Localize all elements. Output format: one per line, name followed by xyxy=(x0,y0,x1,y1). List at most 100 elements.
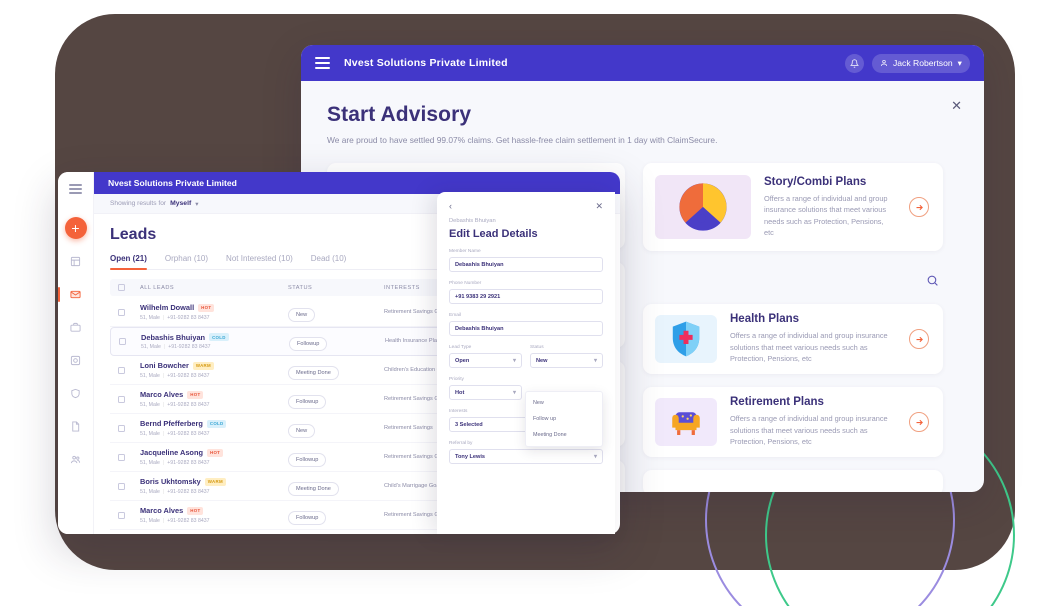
field-label: Priority xyxy=(449,377,464,382)
page-subtitle: We are proud to have settled 99.07% clai… xyxy=(327,135,718,145)
dropdown-option[interactable]: Follow up xyxy=(526,411,602,427)
close-icon[interactable]: ✕ xyxy=(951,99,962,112)
plan-card-placeholder[interactable] xyxy=(643,470,943,492)
bell-icon[interactable] xyxy=(844,53,864,73)
row-checkbox[interactable] xyxy=(118,453,125,461)
status-pill[interactable]: Followup xyxy=(289,337,328,351)
lead-cell: Debashis Bhuiyan COLD 51, Male | +91-9282 … xyxy=(141,333,289,350)
status-value: New xyxy=(536,357,548,364)
tab-open[interactable]: Open (21) xyxy=(110,254,147,270)
row-checkbox[interactable] xyxy=(118,366,125,374)
chevron-down-icon: ▾ xyxy=(957,57,962,68)
lead-name: Marco Alves HOT xyxy=(140,506,288,515)
field-email: Email Debashis Bhuiyan xyxy=(449,313,603,336)
status-cell: New xyxy=(288,419,384,438)
priority-select[interactable]: Hot ▾ xyxy=(449,385,522,400)
plan-description: Offers a range of individual and group i… xyxy=(730,331,888,364)
edit-lead-panel: ‹ ✕ Debashis Bhuiyan Edit Lead Details M… xyxy=(437,192,615,534)
sidebar-item-claims[interactable] xyxy=(65,384,87,404)
plan-card-retirement[interactable]: Retirement Plans Offers a range of indiv… xyxy=(643,387,943,457)
lead-cell: Loni Bowcher WARM 51, Male | +91-9282 83 8… xyxy=(140,361,288,379)
tab-dead[interactable]: Dead (10) xyxy=(311,254,347,269)
arrow-right-icon xyxy=(916,336,923,342)
lead-meta: 51, Male | +91-9282 83 8437 xyxy=(140,488,210,495)
status-cell: Followup xyxy=(288,506,384,525)
lead-name: Loni Bowcher WARM xyxy=(140,361,288,370)
lead-type-select[interactable]: Open ▾ xyxy=(449,353,522,368)
sidebar-item-portfolio[interactable] xyxy=(65,318,87,338)
chevron-down-icon: ▾ xyxy=(195,200,199,208)
search-icon[interactable] xyxy=(926,274,939,292)
sidebar-item-leads[interactable] xyxy=(58,285,87,305)
armchair-icon xyxy=(655,398,717,446)
leads-topbar: Nvest Solutions Private Limited xyxy=(94,172,620,194)
status-cell: Followup xyxy=(288,448,384,467)
lead-name-text: Bernd Pfefferberg xyxy=(140,419,203,429)
plan-description: Offers a range of individual and group i… xyxy=(764,193,888,237)
advisory-topbar: Nvest Solutions Private Limited Jack Rob… xyxy=(301,45,984,81)
referral-value: Tony Lewis xyxy=(455,453,486,460)
row-checkbox[interactable] xyxy=(118,511,125,519)
status-pill[interactable]: New xyxy=(288,423,316,438)
email-input[interactable]: Debashis Bhuiyan xyxy=(449,321,603,336)
users-icon xyxy=(70,456,81,464)
plan-text: Health Plans Offers a range of individua… xyxy=(717,313,931,364)
row-checkbox[interactable] xyxy=(119,338,126,345)
dropdown-option[interactable]: New xyxy=(526,395,602,411)
lead-name-text: Boris Ukhtomsky xyxy=(140,477,201,487)
status-select[interactable]: New ▾ xyxy=(530,353,603,368)
dropdown-option[interactable]: Meeting Done xyxy=(526,427,602,443)
add-lead-button[interactable]: + xyxy=(64,216,87,239)
phone-input[interactable]: +91 9383 29 2921 xyxy=(449,289,603,304)
select-all-checkbox[interactable] xyxy=(118,284,125,291)
status-pill[interactable]: New xyxy=(288,307,316,322)
close-icon[interactable]: ✕ xyxy=(595,202,603,211)
status-cell: Meeting Done xyxy=(288,361,384,380)
status-badge: COLD xyxy=(209,333,229,342)
plan-arrow-button[interactable] xyxy=(909,197,929,217)
row-checkbox[interactable] xyxy=(118,395,125,403)
status-cell: Followup xyxy=(288,390,384,409)
lead-name-text: Marco Alves xyxy=(140,506,184,516)
lead-cell: Boris Ukhtomsky WARM 51, Male | +91-9282 8… xyxy=(140,477,288,495)
chevron-down-icon: ▾ xyxy=(593,358,597,364)
lead-cell: Bernd Pfefferberg COLD 51, Male | +91-9282… xyxy=(140,419,288,437)
box-icon xyxy=(70,356,81,366)
sidebar-item-dashboard[interactable] xyxy=(65,252,87,272)
lead-cell: Wilhelm Dowall HOT 51, Male | +91-9282 83 … xyxy=(140,303,288,321)
member-name-input[interactable]: Debashis Bhuiyan xyxy=(449,257,603,272)
row-checkbox[interactable] xyxy=(118,424,125,432)
back-icon[interactable]: ‹ xyxy=(449,202,452,211)
page-title: Start Advisory xyxy=(327,103,472,126)
sidebar-item-documents[interactable] xyxy=(65,417,87,437)
user-menu[interactable]: Jack Robertson ▾ xyxy=(871,53,970,73)
interests-value: 3 Selected xyxy=(455,421,483,428)
lead-meta: 51, Male | +91-9282 83 8437 xyxy=(140,314,210,321)
tab-not-interested[interactable]: Not Interested (10) xyxy=(226,254,293,269)
hamburger-menu-icon[interactable] xyxy=(69,184,82,194)
status-badge: WARM xyxy=(192,361,214,370)
status-pill[interactable]: Followup xyxy=(288,394,327,409)
status-badge: HOT xyxy=(187,390,204,399)
plan-card-story-combi[interactable]: Story/Combi Plans Offers a range of indi… xyxy=(643,163,943,251)
status-pill[interactable]: Meeting Done xyxy=(288,365,339,380)
status-cell: Followup xyxy=(289,332,385,351)
plan-arrow-button[interactable] xyxy=(909,412,929,432)
filter-value: Myself xyxy=(170,200,192,207)
hamburger-menu-icon[interactable] xyxy=(315,57,330,69)
row-checkbox[interactable] xyxy=(118,308,125,316)
referral-select[interactable]: Tony Lewis ▾ xyxy=(449,449,603,464)
advisory-brand: Nvest Solutions Private Limited xyxy=(344,57,508,69)
row-checkbox[interactable] xyxy=(118,482,125,490)
tab-orphan[interactable]: Orphan (10) xyxy=(165,254,208,269)
status-pill[interactable]: Followup xyxy=(288,510,327,525)
sidebar-item-team[interactable] xyxy=(65,450,87,470)
status-pill[interactable]: Meeting Done xyxy=(288,481,339,496)
sidebar-item-products[interactable] xyxy=(65,351,87,371)
status-pill[interactable]: Followup xyxy=(288,452,327,467)
status-dropdown-menu[interactable]: New Follow up Meeting Done xyxy=(525,391,603,447)
breadcrumb: Debashis Bhuiyan xyxy=(449,218,496,224)
plan-card-health[interactable]: Health Plans Offers a range of individua… xyxy=(643,304,943,374)
plan-arrow-button[interactable] xyxy=(909,329,929,349)
lead-meta: 51, Male | +91-9282 83 8437 xyxy=(140,430,210,437)
